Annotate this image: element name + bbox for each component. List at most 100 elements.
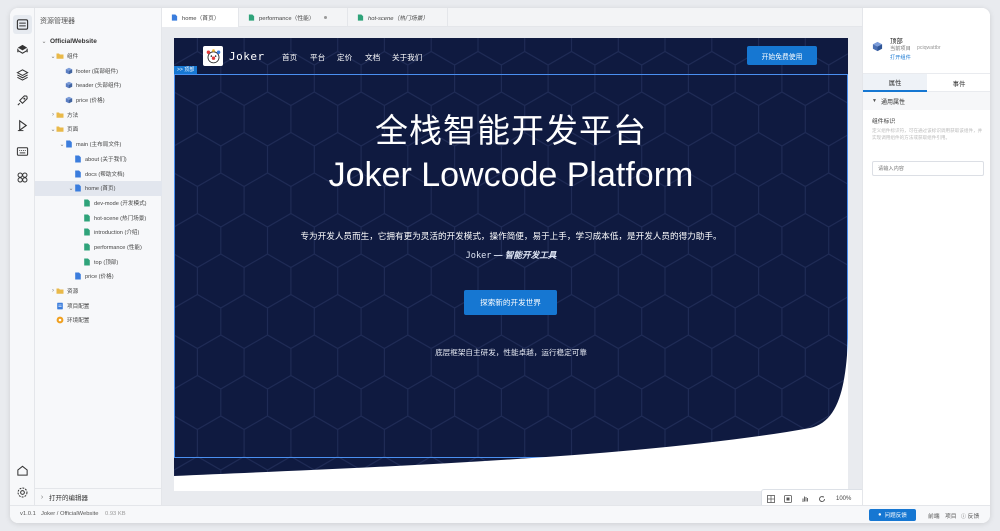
tree-item[interactable]: dev-mode (开发模式) bbox=[35, 196, 162, 211]
component-id-input[interactable] bbox=[872, 161, 984, 176]
chevron-right-icon: › bbox=[40, 493, 44, 501]
section-file-icon bbox=[83, 199, 91, 207]
tree-item[interactable]: price (价格) bbox=[35, 93, 162, 108]
tree-item[interactable]: top (顶部) bbox=[35, 254, 162, 269]
component-icon bbox=[65, 96, 73, 104]
tree-item[interactable]: about (关于我们) bbox=[35, 152, 162, 167]
tab-label: performance（性能） bbox=[259, 16, 315, 22]
tree-item-label: hot-scene (热门场景) bbox=[94, 215, 147, 222]
tree-item[interactable]: docs (帮助文档) bbox=[35, 166, 162, 181]
tree-item-label: performance (性能) bbox=[94, 244, 142, 251]
tree-item[interactable]: › 资源 bbox=[35, 284, 162, 299]
issue-feedback-button[interactable]: ● 问题反馈 bbox=[869, 509, 916, 521]
tree-item-label: home (首页) bbox=[85, 186, 116, 193]
version-label: v1.0.1 bbox=[20, 511, 36, 517]
tree-item-label: price (价格) bbox=[85, 274, 114, 281]
zoom-level[interactable]: 100% bbox=[836, 496, 851, 502]
tree-item-label: 方法 bbox=[67, 112, 79, 119]
explorer-icon[interactable] bbox=[13, 15, 32, 34]
layers-icon[interactable] bbox=[13, 65, 32, 84]
tree-item[interactable]: 项目配置 bbox=[35, 298, 162, 313]
tree-item-label: footer (底部组件) bbox=[76, 68, 118, 75]
tree-item[interactable]: ⌄ main (主布局文件) bbox=[35, 137, 162, 152]
tree-item[interactable]: › 方法 bbox=[35, 107, 162, 122]
status-link-frontend[interactable]: 前端 bbox=[928, 511, 940, 520]
settings-gear-icon[interactable] bbox=[13, 483, 32, 502]
section-file-icon bbox=[248, 14, 255, 21]
run-icon[interactable] bbox=[13, 116, 32, 135]
tree-item-label: docs (帮助文档) bbox=[85, 171, 125, 178]
tree-item[interactable]: ⌄ 组件 bbox=[35, 49, 162, 64]
tree-item[interactable]: price (价格) bbox=[35, 269, 162, 284]
rocket-icon[interactable] bbox=[13, 91, 32, 110]
tree-item[interactable]: performance (性能) bbox=[35, 240, 162, 255]
plugins-icon[interactable] bbox=[13, 168, 32, 187]
issue-feedback-label: 问题反馈 bbox=[884, 513, 907, 519]
component-icon bbox=[65, 81, 73, 89]
tree-item[interactable]: introduction (介绍) bbox=[35, 225, 162, 240]
status-link-feedback[interactable]: ⓘ 反馈 bbox=[961, 511, 979, 520]
section-file-icon bbox=[357, 14, 364, 21]
tree-item-label: price (价格) bbox=[76, 98, 105, 105]
group-title: 通用属性 bbox=[880, 99, 905, 106]
section-file-icon bbox=[83, 214, 91, 222]
activity-bar bbox=[10, 8, 35, 505]
page-file-icon bbox=[65, 140, 73, 148]
page-file-icon bbox=[74, 184, 82, 192]
explorer-panel: 资源管理器 ⌄ OfficialWebsite ⌄ 组件 footer (底部组件) he… bbox=[35, 8, 162, 505]
tree-item-label: header (头部组件) bbox=[76, 83, 122, 90]
tree-item[interactable]: 环境配置 bbox=[35, 313, 162, 328]
home-icon[interactable] bbox=[13, 461, 32, 480]
tree-item-label: dev-mode (开发模式) bbox=[94, 200, 147, 207]
tree-item-label: 资源 bbox=[67, 289, 79, 296]
chevron-down-icon[interactable]: ⌄ bbox=[41, 38, 47, 45]
project-path: Joker / OfficialWebsite bbox=[41, 511, 99, 517]
design-canvas: Joker 首页 平台 定价 文档 关于我们 开始免费使用 >> 顶部 全栈智能… bbox=[162, 27, 869, 508]
properties-panel: 顶部 当前项目 pciqwattbr 打开组件 属性 事件 ▼ 通用属性 组件标… bbox=[862, 8, 990, 505]
general-properties-group[interactable]: ▼ 通用属性 bbox=[863, 92, 990, 110]
current-project-label: 当前项目 bbox=[890, 46, 911, 52]
folder-icon bbox=[56, 52, 64, 60]
component-cube-icon bbox=[872, 41, 883, 52]
tab-performance[interactable]: performance（性能） bbox=[239, 8, 348, 27]
tree-item-label: top (顶部) bbox=[94, 259, 119, 266]
tree-item[interactable]: header (头部组件) bbox=[35, 78, 162, 93]
components-icon[interactable] bbox=[13, 40, 32, 59]
tab-events[interactable]: 事件 bbox=[927, 74, 990, 92]
info-icon: ● bbox=[878, 512, 882, 518]
tree-item[interactable]: ⌄ 页面 bbox=[35, 122, 162, 137]
status-link-feedback-label: 反馈 bbox=[967, 514, 980, 520]
tree-item[interactable]: hot-scene (热门场景) bbox=[35, 210, 162, 225]
component-icon bbox=[65, 67, 73, 75]
caret-down-icon: ▼ bbox=[872, 98, 877, 104]
tab-hot-scene[interactable]: hot-scene（热门场景） bbox=[348, 8, 448, 27]
tab-home[interactable]: home（首页） bbox=[162, 8, 239, 27]
file-size: 0.93 KB bbox=[105, 511, 126, 517]
config-file-icon bbox=[56, 302, 64, 310]
open-component-link[interactable]: 打开组件 bbox=[890, 54, 911, 61]
page-file-icon bbox=[74, 170, 82, 178]
tab-properties[interactable]: 属性 bbox=[863, 74, 927, 92]
env-config-icon bbox=[56, 316, 64, 324]
component-header: 顶部 当前项目 pciqwattbr 打开组件 bbox=[863, 8, 990, 74]
tree-item[interactable]: footer (底部组件) bbox=[35, 63, 162, 78]
tree-item[interactable]: ⌄ OfficialWebsite bbox=[35, 34, 162, 49]
component-title: 顶部 bbox=[890, 38, 903, 45]
tree-item-label: 组件 bbox=[67, 54, 79, 61]
tree-item-label: introduction (介绍) bbox=[94, 230, 140, 237]
keyboard-icon[interactable] bbox=[13, 142, 32, 161]
tree-item[interactable]: ⌄ home (首页) bbox=[35, 180, 162, 196]
open-editors-section[interactable]: › 打开的编辑器 bbox=[35, 488, 162, 505]
folder-icon bbox=[56, 287, 64, 295]
status-link-project[interactable]: 项目 bbox=[945, 511, 957, 520]
tree-item-label: about (关于我们) bbox=[85, 156, 127, 163]
section-file-icon bbox=[83, 228, 91, 236]
explorer-title: 资源管理器 bbox=[40, 18, 75, 25]
open-editors-label: 打开的编辑器 bbox=[49, 495, 88, 502]
page-file-icon bbox=[74, 272, 82, 280]
status-bar: v1.0.1 Joker / OfficialWebsite 0.93 KB ●… bbox=[10, 505, 990, 523]
field-description: 定义组件标识符，可在通过该标识调用获取该组件，并实现调用组件的方法或获取组件引用… bbox=[872, 128, 983, 140]
tree-item-label: 环境配置 bbox=[67, 318, 90, 325]
hero-section[interactable]: Joker 首页 平台 定价 文档 关于我们 开始免费使用 >> 顶部 全栈智能… bbox=[174, 38, 848, 491]
section-file-icon bbox=[83, 243, 91, 251]
